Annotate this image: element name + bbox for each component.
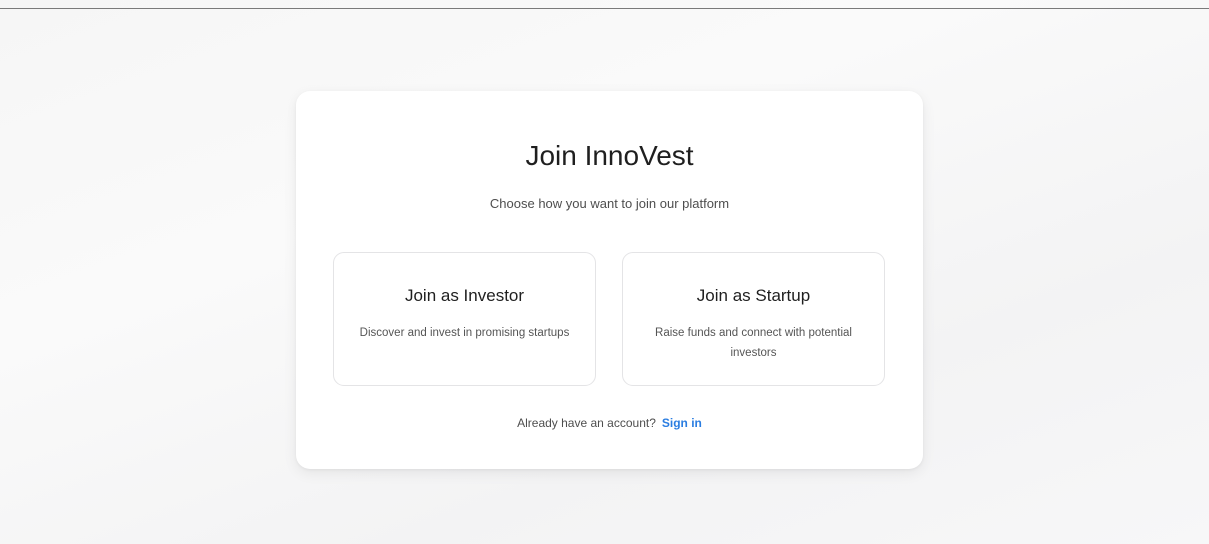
investor-option-description: Discover and invest in promising startup… bbox=[359, 327, 570, 339]
join-as-investor-card[interactable]: Join as Investor Discover and invest in … bbox=[333, 252, 596, 386]
top-divider bbox=[0, 8, 1209, 9]
page-title: Join InnoVest bbox=[525, 140, 694, 171]
startup-option-description: Raise funds and connect with potential i… bbox=[655, 327, 852, 359]
join-card: Join InnoVest Choose how you want to joi… bbox=[296, 91, 923, 469]
investor-option-title: Join as Investor bbox=[404, 286, 525, 305]
join-as-startup-card[interactable]: Join as Startup Raise funds and connect … bbox=[622, 252, 885, 386]
startup-option-title: Join as Startup bbox=[696, 286, 811, 305]
signin-link[interactable]: Sign in bbox=[662, 416, 702, 430]
page-subtitle: Choose how you want to join our platform bbox=[489, 196, 730, 211]
signin-prompt: Already have an account? Sign in bbox=[296, 414, 923, 432]
signin-prompt-text: Already have an account? bbox=[517, 416, 656, 430]
